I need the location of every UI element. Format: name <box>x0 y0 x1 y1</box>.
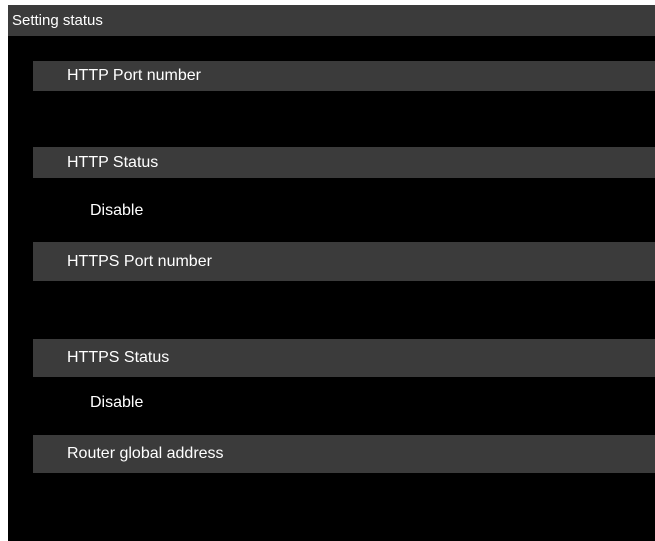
router-global-address-header: Router global address <box>33 435 655 473</box>
http-status-header: HTTP Status <box>33 147 655 178</box>
setting-status-panel: Setting status HTTP Port number HTTP Sta… <box>8 5 655 541</box>
https-status-value: Disable <box>90 394 144 411</box>
http-port-number-header: HTTP Port number <box>33 61 655 91</box>
http-status-value: Disable <box>90 202 144 219</box>
page-title: Setting status <box>8 5 655 36</box>
https-port-number-header: HTTPS Port number <box>33 242 655 281</box>
https-status-header: HTTPS Status <box>33 339 655 377</box>
